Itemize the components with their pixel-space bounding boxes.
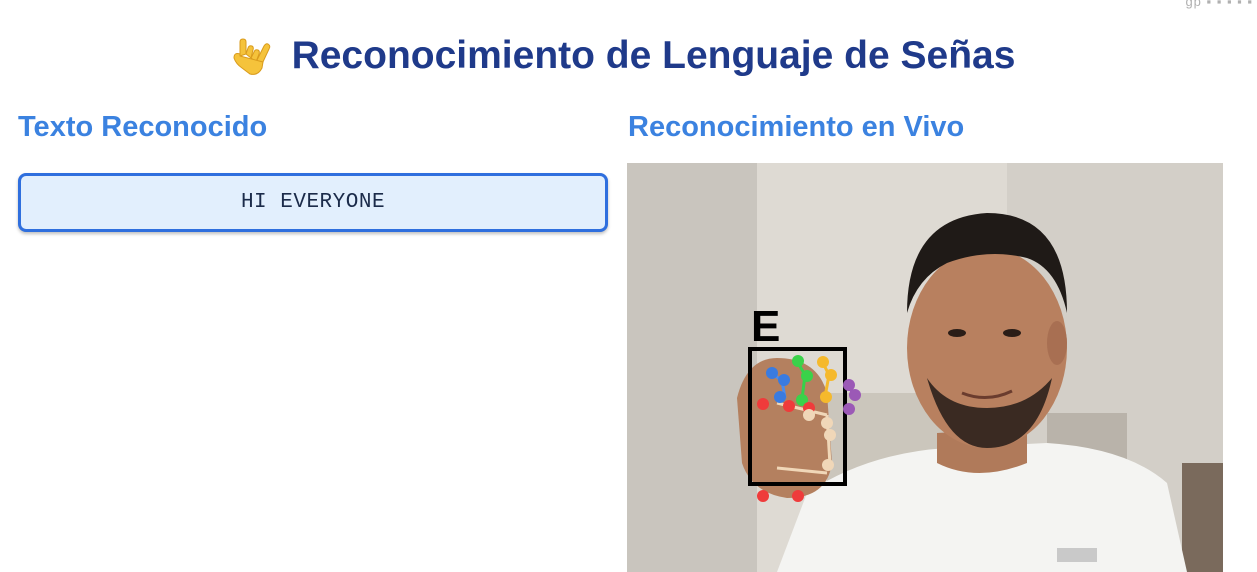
live-video-feed: E [627, 163, 1223, 572]
recognized-text-heading: Texto Reconocido [18, 111, 268, 143]
recognized-text-box: HI EVERYONE [18, 173, 608, 232]
live-recognition-heading: Reconocimiento en Vivo [628, 111, 965, 143]
corner-truncated-text: gp ▪ ▪ ▪ ▪ ▪ [1185, 0, 1253, 9]
recognized-text-value: HI EVERYONE [240, 191, 386, 214]
header: Reconocimiento de Lenguaje de Señas [0, 34, 1257, 78]
love-you-hand-icon [233, 38, 270, 75]
app-page: gp ▪ ▪ ▪ ▪ ▪ Reconocimiento de Lenguaje … [0, 0, 1257, 572]
page-title: Reconocimiento de Lenguaje de Señas [291, 34, 1016, 77]
detected-letter: E [751, 302, 780, 351]
video-frame-illustration: E [627, 163, 1223, 572]
